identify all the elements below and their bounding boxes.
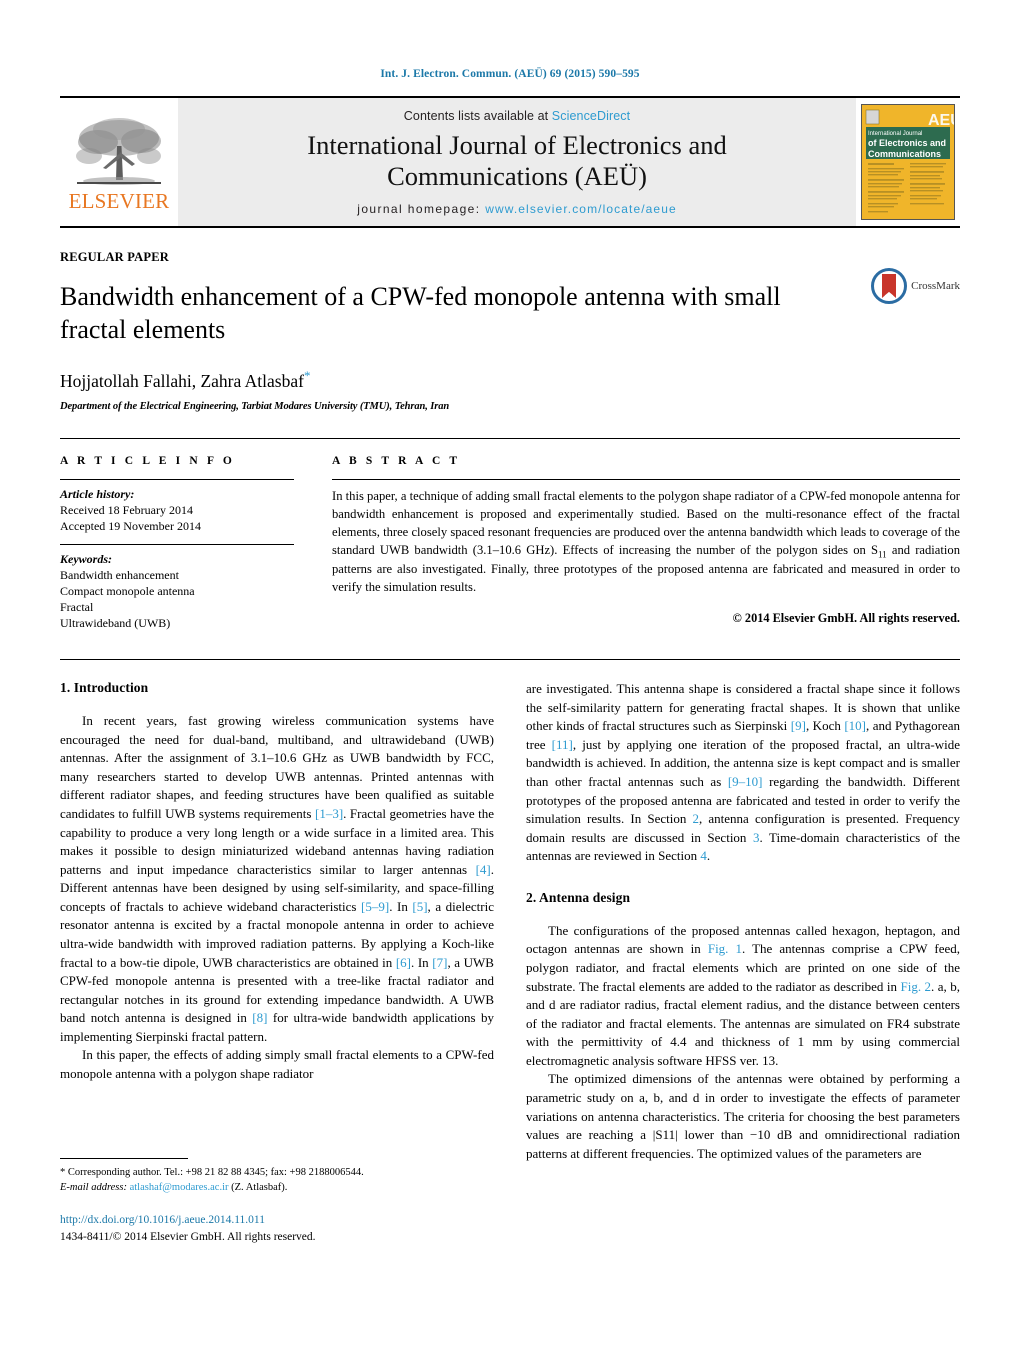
- keyword-item: Ultrawideband (UWB): [60, 616, 171, 631]
- article-info-heading: A R T I C L E I N F O: [60, 455, 235, 468]
- intro-paragraph-2: In this paper, the effects of adding sim…: [60, 1047, 494, 1082]
- body-columns: 1. Introduction In recent years, fast gr…: [60, 680, 960, 1163]
- svg-text:International Journal: International Journal: [868, 131, 922, 137]
- doi-link[interactable]: http://dx.doi.org/10.1016/j.aeue.2014.11…: [60, 1212, 494, 1228]
- figure-ref[interactable]: Fig. 2: [900, 979, 931, 994]
- intro-p2-b: , Koch: [805, 718, 845, 734]
- article-received-date: Received 18 February 2014: [60, 503, 193, 518]
- abstract-text: In this paper, a technique of adding sma…: [332, 488, 960, 597]
- email-link[interactable]: atlashaf@modares.ac.ir: [130, 1182, 229, 1193]
- footnote-rule: [60, 1158, 188, 1159]
- doi-block: http://dx.doi.org/10.1016/j.aeue.2014.11…: [60, 1212, 494, 1245]
- svg-text:of Electronics and: of Electronics and: [868, 138, 946, 148]
- keyword-item: Fractal: [60, 600, 94, 615]
- journal-title-line1: International Journal of Electronics and: [307, 129, 727, 160]
- article-history-group: Article history: Received 18 February 20…: [60, 480, 294, 544]
- citation-ref[interactable]: [4]: [476, 862, 491, 877]
- antenna-paragraph-2: The optimized dimensions of the antennas…: [526, 1071, 960, 1161]
- abstract-text-part1: In this paper, a technique of adding sma…: [332, 489, 960, 557]
- article-type-label: REGULAR PAPER: [60, 250, 169, 264]
- affiliation: Department of the Electrical Engineering…: [60, 401, 450, 413]
- keywords-group: Keywords: Bandwidth enhancement Compact …: [60, 545, 294, 641]
- keyword-item: Bandwidth enhancement: [60, 568, 179, 583]
- paper-page: Int. J. Electron. Commun. (AEÜ) 69 (2015…: [0, 0, 1020, 1351]
- corresponding-author-note: * Corresponding author. Tel.: +98 21 82 …: [60, 1167, 364, 1178]
- citation-ref[interactable]: [10]: [844, 718, 866, 733]
- sciencedirect-link[interactable]: ScienceDirect: [552, 109, 630, 123]
- elsevier-wordmark: ELSEVIER: [68, 189, 170, 213]
- figure-ref[interactable]: Fig. 1: [708, 941, 742, 956]
- email-note: E-mail address: atlashaf@modares.ac.ir (…: [60, 1180, 494, 1195]
- citation-ref[interactable]: [1–3]: [315, 806, 343, 821]
- journal-title-line2: Communications (AEÜ): [387, 160, 647, 191]
- journal-masthead: ELSEVIER Contents lists available at Sci…: [60, 96, 960, 228]
- article-accepted-date: Accepted 19 November 2014: [60, 519, 201, 534]
- citation-ref[interactable]: [8]: [252, 1010, 267, 1025]
- email-suffix: (Z. Atlasbaf).: [231, 1182, 288, 1194]
- citation-ref[interactable]: [6]: [396, 955, 411, 970]
- abstract-column: A B S T R A C T In this paper, a techniq…: [332, 455, 960, 641]
- page-title: Bandwidth enhancement of a CPW-fed monop…: [60, 282, 781, 344]
- crossmark-label: CrossMark: [911, 280, 960, 292]
- section-heading-antenna-design: 2. Antenna design: [526, 889, 631, 905]
- keyword-item: Compact monopole antenna: [60, 584, 195, 599]
- crossmark-badge[interactable]: CrossMark: [871, 268, 960, 304]
- cover-artwork-icon: AEU International Journal of Electronics…: [862, 105, 954, 219]
- journal-homepage-line: journal homepage: www.elsevier.com/locat…: [357, 202, 677, 216]
- article-info-column: A R T I C L E I N F O Article history: R…: [60, 455, 294, 641]
- left-column: 1. Introduction In recent years, fast gr…: [60, 680, 494, 1163]
- keywords-label: Keywords:: [60, 552, 112, 567]
- homepage-label: journal homepage:: [357, 201, 486, 216]
- section-heading-introduction: 1. Introduction: [60, 680, 149, 696]
- journal-cover-thumbnail[interactable]: AEU International Journal of Electronics…: [856, 98, 960, 226]
- intro-paragraph-1: In recent years, fast growing wireless c…: [60, 712, 494, 1046]
- citation-ref[interactable]: [5–9]: [361, 899, 389, 914]
- contents-prefix: Contents lists available at: [403, 108, 552, 123]
- article-history-label: Article history:: [60, 487, 135, 502]
- elsevier-tree-icon: [76, 118, 161, 185]
- antenna-paragraph-1: The configurations of the proposed anten…: [526, 922, 960, 1071]
- abstract-heading: A B S T R A C T: [332, 455, 461, 468]
- email-label: E-mail address:: [60, 1182, 127, 1194]
- intro-p1-d: . In: [389, 898, 413, 914]
- issn-copyright-line: 1434-8411/© 2014 Elsevier GmbH. All righ…: [60, 1230, 316, 1243]
- citation-ref[interactable]: [7]: [432, 955, 447, 970]
- svg-text:AEU: AEU: [928, 112, 954, 129]
- author-list: Hojjatollah Fallahi, Zahra Atlasbaf*: [60, 368, 960, 392]
- intro-p2-h: .: [706, 848, 711, 864]
- masthead-center: Contents lists available at ScienceDirec…: [178, 98, 856, 226]
- intro-p1-a: In recent years, fast growing wireless c…: [60, 713, 494, 821]
- citation-ref[interactable]: [5]: [412, 899, 427, 914]
- right-column: are investigated. This antenna shape is …: [526, 680, 960, 1163]
- elsevier-logo: ELSEVIER: [60, 98, 178, 226]
- intro-p1-f: . In: [411, 954, 433, 970]
- citation-ref[interactable]: [9–10]: [728, 774, 763, 789]
- running-head: Int. J. Electron. Commun. (AEÜ) 69 (2015…: [380, 68, 640, 80]
- info-abstract-block: A R T I C L E I N F O Article history: R…: [60, 438, 960, 661]
- title-block: REGULAR PAPER Bandwidth enhancement of a…: [60, 250, 960, 412]
- cover-image: AEU International Journal of Electronics…: [861, 104, 955, 220]
- crossmark-icon: [871, 268, 908, 304]
- journal-title: International Journal of Electronics and…: [307, 130, 726, 192]
- svg-text:Communications: Communications: [868, 149, 941, 159]
- author-names: Hojjatollah Fallahi, Zahra Atlasbaf: [60, 370, 304, 391]
- corresponding-author-marker: *: [303, 367, 311, 383]
- abstract-subscript: 11: [877, 549, 887, 560]
- abstract-rule: [332, 479, 960, 481]
- citation-ref[interactable]: [9]: [791, 718, 806, 733]
- contents-available-line: Contents lists available at ScienceDirec…: [404, 109, 630, 123]
- citation-ref[interactable]: [11]: [552, 737, 573, 752]
- homepage-url-link[interactable]: www.elsevier.com/locate/aeue: [485, 202, 677, 216]
- footnote-block: * Corresponding author. Tel.: +98 21 82 …: [60, 1158, 494, 1245]
- intro-paragraph-2-continued: are investigated. This antenna shape is …: [526, 680, 960, 866]
- abstract-copyright: © 2014 Elsevier GmbH. All rights reserve…: [732, 610, 960, 625]
